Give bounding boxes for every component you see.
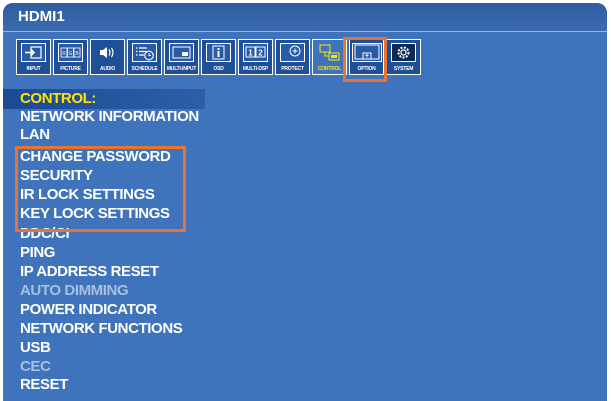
svg-text:1: 1 xyxy=(248,49,253,58)
tab-osd[interactable]: OSD xyxy=(201,39,236,75)
multi-input-icon xyxy=(169,43,194,62)
tab-audio[interactable]: AUDIO xyxy=(90,39,125,75)
tab-multi-input[interactable]: MULTI-INPUT xyxy=(164,39,199,75)
svg-text:2: 2 xyxy=(258,49,263,58)
menu-item-lan[interactable]: LAN xyxy=(20,127,50,143)
tab-schedule-label: SCHEDULE xyxy=(131,66,158,72)
tab-schedule[interactable]: SCHEDULE xyxy=(127,39,162,75)
tab-protect[interactable]: PROTECT xyxy=(275,39,310,75)
svg-text:R: R xyxy=(62,51,66,57)
tab-system[interactable]: SYSTEM xyxy=(386,39,421,75)
tab-multi-input-label: MULTI-INPUT xyxy=(166,66,197,72)
menu-heading: CONTROL: xyxy=(20,90,96,107)
tab-input-label: INPUT xyxy=(26,66,41,72)
title-bar: HDMI1 xyxy=(3,3,607,32)
tab-control[interactable]: CONTROL xyxy=(312,39,347,75)
tab-multi-dsp[interactable]: 12 MULTI-DSP xyxy=(238,39,273,75)
menu-item-ping[interactable]: PING xyxy=(20,245,55,261)
system-gear-icon xyxy=(391,43,416,62)
menu-item-reset[interactable]: RESET xyxy=(20,377,68,393)
menu-item-network-information[interactable]: NETWORK INFORMATION xyxy=(20,109,199,125)
info-icon xyxy=(206,43,231,62)
security-items-highlight xyxy=(15,146,186,232)
tab-system-label: SYSTEM xyxy=(393,66,414,72)
tab-input[interactable]: INPUT xyxy=(16,39,51,75)
protect-icon xyxy=(280,43,305,62)
menu-item-network-functions[interactable]: NETWORK FUNCTIONS xyxy=(20,321,183,337)
control-icon xyxy=(317,43,342,62)
svg-text:B: B xyxy=(75,51,79,57)
tab-picture[interactable]: RGB PICTURE xyxy=(53,39,88,75)
menu-item-cec: CEC xyxy=(20,358,51,375)
tab-picture-label: PICTURE xyxy=(60,66,81,72)
menu-item-power-indicator[interactable]: POWER INDICATOR xyxy=(20,302,157,318)
svg-text:G: G xyxy=(69,51,73,57)
input-title: HDMI1 xyxy=(18,8,65,25)
schedule-icon xyxy=(132,43,157,62)
menu-item-auto-dimming: AUTO DIMMING xyxy=(20,282,129,299)
picture-rgb-icon: RGB xyxy=(58,43,83,62)
speaker-icon xyxy=(95,43,120,62)
tab-multi-dsp-label: MULTI-DSP xyxy=(242,66,269,72)
osd-screen: HDMI1 INPUT RGB PICTURE AUDIO SCHEDULE M… xyxy=(3,3,607,401)
tab-protect-label: PROTECT xyxy=(281,66,304,72)
input-icon xyxy=(21,43,46,62)
tab-osd-label: OSD xyxy=(213,66,224,72)
menu-item-ip-address-reset[interactable]: IP ADDRESS RESET xyxy=(20,264,159,280)
tab-audio-label: AUDIO xyxy=(99,66,116,72)
control-tab-highlight xyxy=(343,37,387,82)
menu-item-usb[interactable]: USB xyxy=(20,340,51,356)
multi-display-icon: 12 xyxy=(243,43,268,62)
